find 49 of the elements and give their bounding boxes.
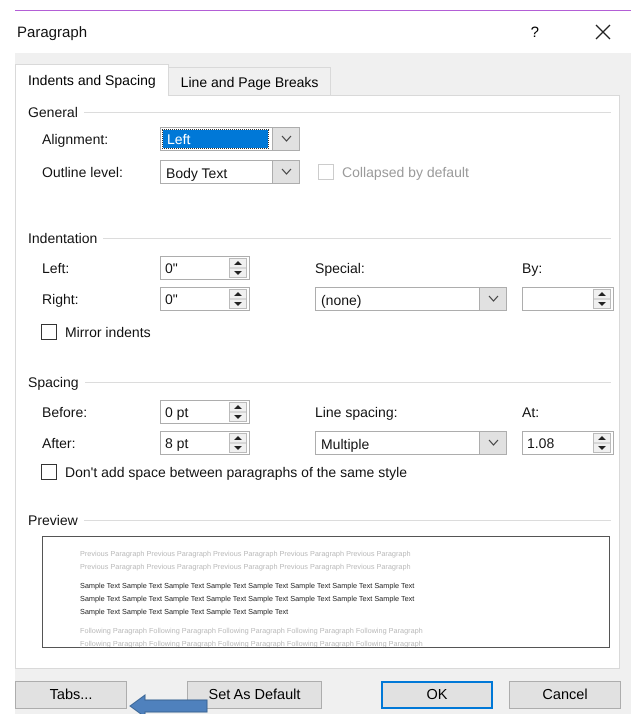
spin-arrows-icon[interactable] bbox=[229, 432, 247, 452]
checkbox-label: Mirror indents bbox=[65, 324, 151, 340]
checkbox-label: Don't add space between paragraphs of the same style bbox=[65, 464, 407, 480]
chevron-icon bbox=[488, 439, 498, 446]
field-label: Right: bbox=[42, 290, 80, 306]
checkbox[interactable] bbox=[41, 324, 57, 340]
dropdown[interactable]: Body Text bbox=[160, 160, 300, 184]
spinner-field[interactable]: 0 pt bbox=[160, 400, 250, 424]
spin-arrows-icon[interactable] bbox=[229, 258, 247, 278]
dialog-button[interactable]: Cancel bbox=[509, 681, 621, 709]
spinner-field[interactable]: 1.08 bbox=[522, 430, 614, 454]
field-label: Special: bbox=[315, 260, 366, 276]
spinner-field[interactable]: 0" bbox=[160, 286, 250, 310]
checkbox[interactable] bbox=[41, 464, 57, 480]
tab[interactable]: Indents and Spacing bbox=[15, 64, 169, 96]
chevron-icon bbox=[280, 135, 292, 142]
spin-arrows-icon[interactable] bbox=[593, 288, 611, 308]
dropdown[interactable]: (none) bbox=[315, 286, 507, 310]
field-label: Outline level: bbox=[42, 164, 124, 180]
dialog-button[interactable]: OK bbox=[381, 681, 493, 709]
spin-arrows-icon[interactable] bbox=[593, 432, 611, 452]
dropdown[interactable]: Multiple bbox=[315, 430, 507, 454]
dialog-button[interactable]: Set As Default bbox=[187, 681, 322, 709]
section-title: Indentation bbox=[28, 230, 98, 246]
field-label: Before: bbox=[42, 404, 88, 420]
section-title: Preview bbox=[28, 512, 78, 528]
field-label: Line spacing: bbox=[315, 404, 399, 420]
chevron-icon bbox=[488, 295, 498, 302]
tab[interactable]: Line and Page Breaks bbox=[168, 67, 332, 95]
spinner-field[interactable]: 0" bbox=[160, 256, 250, 280]
field-label: By: bbox=[522, 260, 544, 276]
chevron-icon bbox=[280, 168, 292, 175]
window-title: Paragraph bbox=[17, 24, 88, 40]
field-label: At: bbox=[522, 404, 540, 420]
section-title: General bbox=[28, 104, 78, 120]
spinner-field[interactable] bbox=[522, 286, 614, 310]
help-button[interactable]: ? bbox=[528, 24, 541, 40]
spin-arrows-icon[interactable] bbox=[229, 288, 247, 308]
field-label: Left: bbox=[42, 260, 70, 276]
dropdown[interactable]: Left bbox=[160, 126, 300, 150]
checkbox-label: Collapsed by default bbox=[342, 164, 469, 180]
spinner-field[interactable]: 8 pt bbox=[160, 430, 250, 454]
field-label: Alignment: bbox=[42, 130, 110, 146]
arrow-icon bbox=[129, 694, 209, 714]
dialog-button[interactable]: Tabs... bbox=[15, 681, 127, 709]
spin-arrows-icon[interactable] bbox=[229, 402, 247, 422]
close-icon[interactable] bbox=[595, 24, 611, 40]
section-title: Spacing bbox=[28, 374, 79, 390]
field-label: After: bbox=[42, 434, 76, 450]
